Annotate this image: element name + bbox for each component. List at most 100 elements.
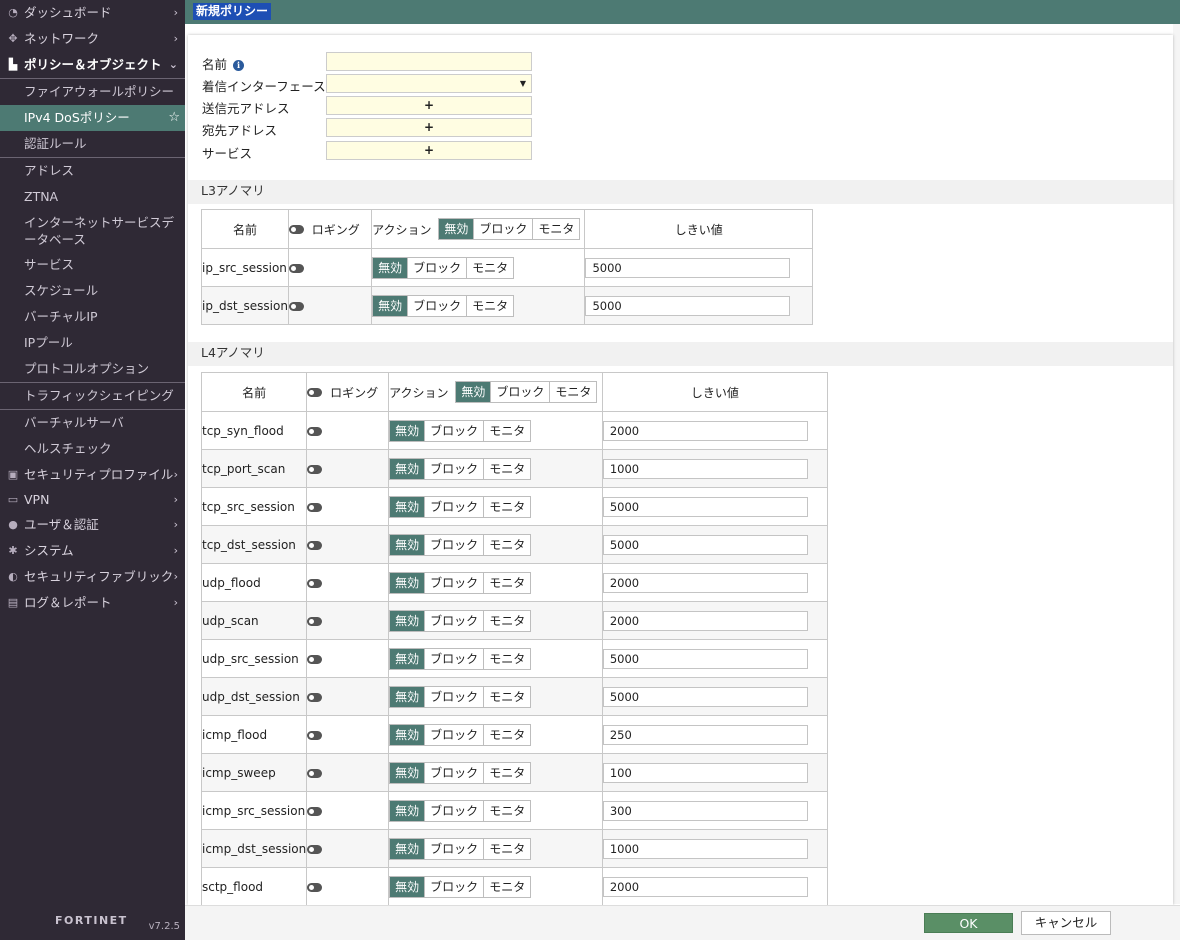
action-all-disable-button[interactable]: 無効 xyxy=(439,219,474,239)
action-block-button[interactable]: ブロック xyxy=(424,420,484,441)
nav-security-profiles[interactable]: ▣ セキュリティプロファイル › xyxy=(0,462,185,488)
logging-toggle[interactable] xyxy=(307,502,323,512)
action-disable-button[interactable]: 無効 xyxy=(390,724,425,745)
threshold-input[interactable]: 2000 xyxy=(602,420,808,441)
action-disable-button[interactable]: 無効 xyxy=(390,458,425,479)
action-block-button[interactable]: ブロック xyxy=(424,610,484,631)
logging-toggle[interactable] xyxy=(307,578,323,588)
threshold-input[interactable]: 5000 xyxy=(585,295,791,316)
action-monitor-button[interactable]: モニタ xyxy=(466,257,514,278)
nav-dashboard[interactable]: ◔ ダッシュボード › xyxy=(0,0,185,26)
action-block-button[interactable]: ブロック xyxy=(424,800,484,821)
action-block-button[interactable]: ブロック xyxy=(424,724,484,745)
action-monitor-button[interactable]: モニタ xyxy=(483,686,531,707)
action-disable-button[interactable]: 無効 xyxy=(390,762,425,783)
ok-button[interactable]: OK xyxy=(924,913,1013,933)
logging-toggle[interactable] xyxy=(307,654,323,664)
nav-services[interactable]: サービス xyxy=(0,252,185,278)
threshold-input[interactable]: 5000 xyxy=(585,257,791,278)
action-disable-button[interactable]: 無効 xyxy=(390,496,425,517)
action-disable-button[interactable]: 無効 xyxy=(390,686,425,707)
logging-toggle[interactable] xyxy=(288,263,304,273)
action-all-block-button[interactable]: ブロック xyxy=(490,382,550,402)
action-block-button[interactable]: ブロック xyxy=(407,295,467,316)
action-monitor-button[interactable]: モニタ xyxy=(483,496,531,517)
action-monitor-button[interactable]: モニタ xyxy=(483,838,531,859)
logging-toggle[interactable] xyxy=(307,464,323,474)
add-icon[interactable]: + xyxy=(327,119,531,136)
action-monitor-button[interactable]: モニタ xyxy=(483,724,531,745)
nav-traffic-shaping[interactable]: トラフィックシェイピング xyxy=(0,383,185,409)
action-block-button[interactable]: ブロック xyxy=(424,496,484,517)
nav-user-auth[interactable]: ● ユーザ＆認証 › xyxy=(0,512,185,538)
threshold-input[interactable]: 2000 xyxy=(602,876,808,897)
add-icon[interactable]: + xyxy=(327,142,531,159)
threshold-input[interactable]: 250 xyxy=(602,724,808,745)
action-disable-button[interactable]: 無効 xyxy=(373,295,408,316)
nav-log-report[interactable]: ▤ ログ＆レポート › xyxy=(0,590,185,616)
nav-addresses[interactable]: アドレス xyxy=(0,158,185,184)
action-block-button[interactable]: ブロック xyxy=(424,838,484,859)
name-input[interactable] xyxy=(326,52,532,71)
action-monitor-button[interactable]: モニタ xyxy=(483,534,531,555)
logging-toggle[interactable] xyxy=(307,616,323,626)
logging-toggle[interactable] xyxy=(307,768,323,778)
threshold-input[interactable]: 5000 xyxy=(602,686,808,707)
nav-auth-rules[interactable]: 認証ルール xyxy=(0,131,185,157)
logging-toggle[interactable] xyxy=(288,301,304,311)
action-block-button[interactable]: ブロック xyxy=(424,876,484,897)
action-disable-button[interactable]: 無効 xyxy=(390,572,425,593)
cancel-button[interactable]: キャンセル xyxy=(1021,911,1111,935)
add-icon[interactable]: + xyxy=(327,97,531,114)
nav-virtual-servers[interactable]: バーチャルサーバ xyxy=(0,410,185,436)
action-block-button[interactable]: ブロック xyxy=(424,686,484,707)
nav-protocol-options[interactable]: プロトコルオプション xyxy=(0,356,185,382)
action-block-button[interactable]: ブロック xyxy=(424,762,484,783)
threshold-input[interactable]: 5000 xyxy=(602,648,808,669)
logging-toggle[interactable] xyxy=(307,540,323,550)
star-icon[interactable]: ☆ xyxy=(168,105,180,131)
threshold-input[interactable]: 300 xyxy=(602,800,808,821)
nav-network[interactable]: ✥ ネットワーク › xyxy=(0,26,185,52)
nav-system[interactable]: ✱ システム › xyxy=(0,538,185,564)
action-disable-button[interactable]: 無効 xyxy=(390,420,425,441)
action-block-button[interactable]: ブロック xyxy=(407,257,467,278)
threshold-input[interactable]: 100 xyxy=(602,762,808,783)
info-icon[interactable]: i xyxy=(233,60,245,71)
threshold-input[interactable]: 2000 xyxy=(602,610,808,631)
action-all-block-button[interactable]: ブロック xyxy=(473,219,533,239)
source-address-field[interactable]: + xyxy=(326,96,532,115)
destination-address-field[interactable]: + xyxy=(326,118,532,137)
action-block-button[interactable]: ブロック xyxy=(424,458,484,479)
action-block-button[interactable]: ブロック xyxy=(424,572,484,593)
action-all-disable-button[interactable]: 無効 xyxy=(456,382,491,402)
threshold-input[interactable]: 1000 xyxy=(602,458,808,479)
nav-health-check[interactable]: ヘルスチェック xyxy=(0,436,185,462)
logging-toggle[interactable] xyxy=(307,426,323,436)
nav-ztna[interactable]: ZTNA xyxy=(0,184,185,210)
logging-toggle[interactable] xyxy=(307,692,323,702)
logging-toggle-all[interactable] xyxy=(288,224,304,234)
action-monitor-button[interactable]: モニタ xyxy=(483,420,531,441)
action-all-monitor-button[interactable]: モニタ xyxy=(549,382,597,402)
action-disable-button[interactable]: 無効 xyxy=(373,257,408,278)
action-disable-button[interactable]: 無効 xyxy=(390,610,425,631)
threshold-input[interactable]: 5000 xyxy=(602,496,808,517)
logging-toggle[interactable] xyxy=(307,806,323,816)
threshold-input[interactable]: 2000 xyxy=(602,572,808,593)
nav-policy-objects[interactable]: ▙ ポリシー＆オブジェクト ⌄ xyxy=(0,52,185,78)
nav-security-fabric[interactable]: ◐ セキュリティファブリック › xyxy=(0,564,185,590)
nav-virtual-ip[interactable]: バーチャルIP xyxy=(0,304,185,330)
action-monitor-button[interactable]: モニタ xyxy=(483,876,531,897)
nav-ip-pools[interactable]: IPプール xyxy=(0,330,185,356)
nav-firewall-policy[interactable]: ファイアウォールポリシー xyxy=(0,79,185,105)
action-disable-button[interactable]: 無効 xyxy=(390,648,425,669)
logging-toggle[interactable] xyxy=(307,730,323,740)
logging-toggle[interactable] xyxy=(307,882,323,892)
action-disable-button[interactable]: 無効 xyxy=(390,800,425,821)
action-all-monitor-button[interactable]: モニタ xyxy=(532,219,580,239)
logging-toggle[interactable] xyxy=(307,844,323,854)
logging-toggle-all[interactable] xyxy=(307,387,323,397)
nav-ipv4-dos-policy[interactable]: IPv4 DoSポリシー ☆ xyxy=(0,105,185,131)
service-field[interactable]: + xyxy=(326,141,532,160)
